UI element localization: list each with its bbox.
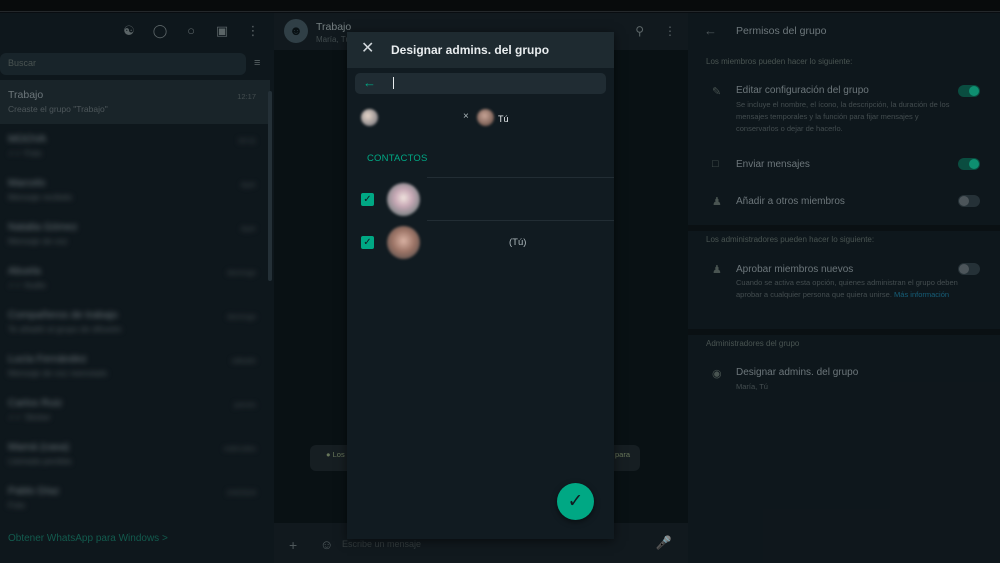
contact-row-you[interactable]: ✓ (Tú) xyxy=(347,221,614,265)
dialog-title: Designar admins. del grupo xyxy=(391,43,550,57)
contact-avatar xyxy=(387,183,420,216)
chip-label-you: Tú xyxy=(498,114,509,124)
confirm-button[interactable]: ✓ xyxy=(557,483,594,520)
check-icon: ✓ xyxy=(567,491,584,512)
contact-avatar xyxy=(361,109,378,126)
contacts-section-label: CONTACTOS xyxy=(367,153,428,164)
contact-avatar xyxy=(387,226,420,259)
contact-name: (Tú) xyxy=(509,237,527,248)
text-caret xyxy=(393,77,394,89)
remove-chip-icon[interactable]: × xyxy=(463,111,469,122)
back-arrow-icon[interactable]: ← xyxy=(363,75,376,91)
dialog-header: ✕ Designar admins. del grupo xyxy=(347,32,614,68)
checkbox-checked-icon[interactable]: ✓ xyxy=(361,193,374,206)
contact-search-input[interactable]: ← xyxy=(355,73,606,94)
contact-row[interactable]: ✓ xyxy=(347,178,614,222)
close-icon[interactable]: ✕ xyxy=(361,40,374,58)
contact-avatar xyxy=(477,109,494,126)
checkbox-checked-icon[interactable]: ✓ xyxy=(361,236,374,249)
designate-admins-dialog: ✕ Designar admins. del grupo ← × Tú CONT… xyxy=(347,32,614,539)
